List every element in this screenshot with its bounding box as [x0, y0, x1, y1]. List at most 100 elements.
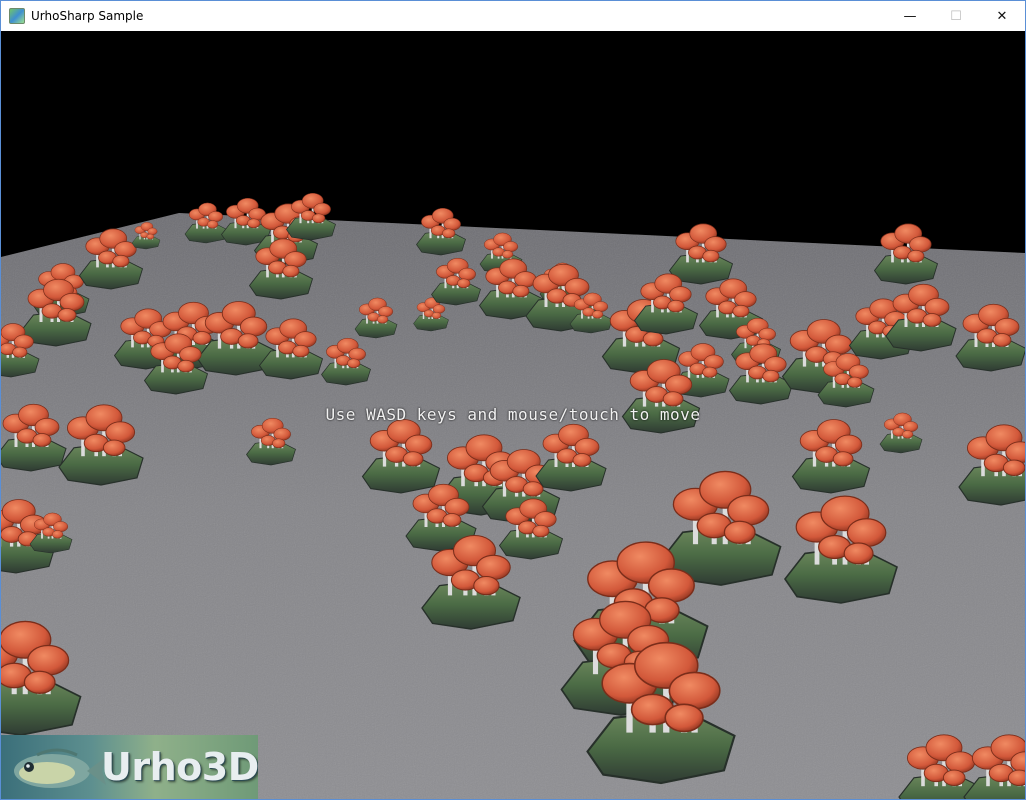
mushroom-cap: [147, 227, 158, 236]
close-icon: ✕: [996, 8, 1008, 24]
app-icon: [9, 8, 25, 24]
mushroom-cap: [758, 327, 776, 341]
mushroom-cap: [662, 391, 684, 407]
mushroom-cap: [843, 542, 874, 565]
mushroom-cap: [179, 346, 202, 363]
mushroom-cap: [704, 236, 727, 253]
minimize-button[interactable]: —: [887, 1, 933, 31]
mushroom-cap: [512, 284, 530, 298]
mushroom-cap: [647, 568, 695, 603]
close-button[interactable]: ✕: [979, 1, 1025, 31]
mushroom-cap: [53, 521, 69, 533]
mushroom-cap: [57, 308, 77, 322]
mushroom-cap: [1007, 769, 1025, 787]
mushroom-cap: [376, 315, 389, 324]
mushroom-cap: [591, 310, 604, 319]
mushroom-cap: [292, 344, 310, 358]
mushroom-cap: [994, 317, 1020, 337]
mushroom-cap: [702, 366, 718, 378]
maximize-icon: ☐: [950, 8, 962, 24]
mushroom-cap: [922, 313, 942, 327]
mushroom-cap: [846, 518, 887, 548]
mushroom-cap: [942, 769, 966, 787]
mushroom-cap: [206, 220, 219, 229]
title-bar[interactable]: UrhoSharp Sample — ☐ ✕: [1, 1, 1025, 31]
mushroom-cap: [442, 513, 462, 527]
mushroom-cap: [476, 554, 511, 581]
mushroom-cap: [378, 306, 394, 318]
mushroom-cap: [522, 481, 544, 497]
mushroom-cap: [564, 277, 590, 297]
mushroom-cap: [12, 346, 28, 358]
mushroom-cap: [723, 520, 756, 544]
mushroom-cap: [444, 497, 470, 517]
mushroom-cap: [473, 576, 500, 596]
mushroom-cap: [23, 670, 56, 694]
mushroom-cap: [667, 299, 685, 313]
mushroom-cap: [442, 228, 456, 239]
mushroom-cap: [146, 233, 155, 240]
mushroom-cap: [208, 211, 224, 223]
mushroom-cap: [13, 334, 34, 350]
mushroom-cap: [294, 331, 317, 348]
mushroom-cap: [832, 451, 854, 467]
mushroom-cap: [457, 278, 471, 289]
mushroom-cap: [177, 359, 195, 373]
mushroom-cap: [59, 292, 85, 312]
mushroom-cap: [503, 241, 519, 253]
mushroom-cap: [237, 333, 259, 349]
mushroom-cap: [312, 213, 326, 224]
mushroom-cap: [458, 267, 476, 281]
mushroom-cap: [572, 453, 592, 467]
mushroom-cap: [924, 297, 950, 317]
mushroom-cap: [834, 434, 863, 455]
mushroom-cap: [664, 703, 704, 733]
mushroom-cap: [432, 304, 446, 314]
mushroom-cap: [642, 331, 664, 347]
mushroom-cap: [51, 530, 64, 539]
mushroom-cap: [732, 304, 750, 318]
mushroom-cap: [534, 511, 557, 528]
logo-text: Urho3D: [101, 745, 258, 789]
mushroom-cap: [664, 374, 693, 395]
window-title: UrhoSharp Sample: [31, 9, 144, 23]
instructions-text: Use WASD keys and mouse/touch to move: [325, 405, 701, 424]
mushroom-cap: [348, 347, 366, 361]
mushroom-cap: [734, 291, 757, 308]
mushroom-cap: [272, 438, 286, 449]
fish-logo-icon: [14, 748, 106, 788]
mushroom-cap: [668, 671, 721, 710]
mushroom-cap: [824, 334, 853, 355]
mushroom-cap: [847, 376, 863, 388]
mushroom-cap: [112, 254, 130, 268]
mushroom-cap: [273, 427, 291, 441]
mushroom-cap: [431, 312, 442, 319]
mushroom-cap: [27, 644, 70, 676]
mushroom-cap: [313, 202, 331, 216]
mushroom-cap: [909, 236, 932, 253]
mushroom-cap: [945, 751, 976, 774]
mushroom-cap: [669, 286, 692, 303]
render-viewport[interactable]: Use WASD keys and mouse/touch to move Ur…: [1, 31, 1025, 799]
mushroom-cap: [105, 421, 136, 444]
mushroom-cap: [574, 437, 600, 457]
mushroom-cap: [402, 451, 424, 467]
mushroom-cap: [239, 316, 268, 337]
mushroom-cap: [1002, 459, 1025, 477]
mushroom-cap: [247, 218, 261, 229]
maximize-button[interactable]: ☐: [933, 1, 979, 31]
mushroom-cap: [992, 333, 1012, 347]
mushroom-cap: [501, 250, 514, 259]
urho3d-logo: Urho3D: [1, 735, 258, 799]
minimize-icon: —: [903, 8, 917, 24]
app-window: UrhoSharp Sample — ☐ ✕ Use WASD keys and…: [0, 0, 1026, 800]
mushroom-cap: [762, 369, 780, 383]
mushroom-cap: [282, 264, 300, 278]
mushroom-cap: [593, 301, 609, 313]
mushroom-cap: [192, 331, 212, 345]
mushroom-cap: [443, 217, 461, 231]
mushroom-cap: [284, 251, 307, 268]
mushroom-cap: [727, 494, 770, 526]
mushroom-cap: [532, 524, 550, 538]
window-controls: — ☐ ✕: [887, 1, 1025, 31]
